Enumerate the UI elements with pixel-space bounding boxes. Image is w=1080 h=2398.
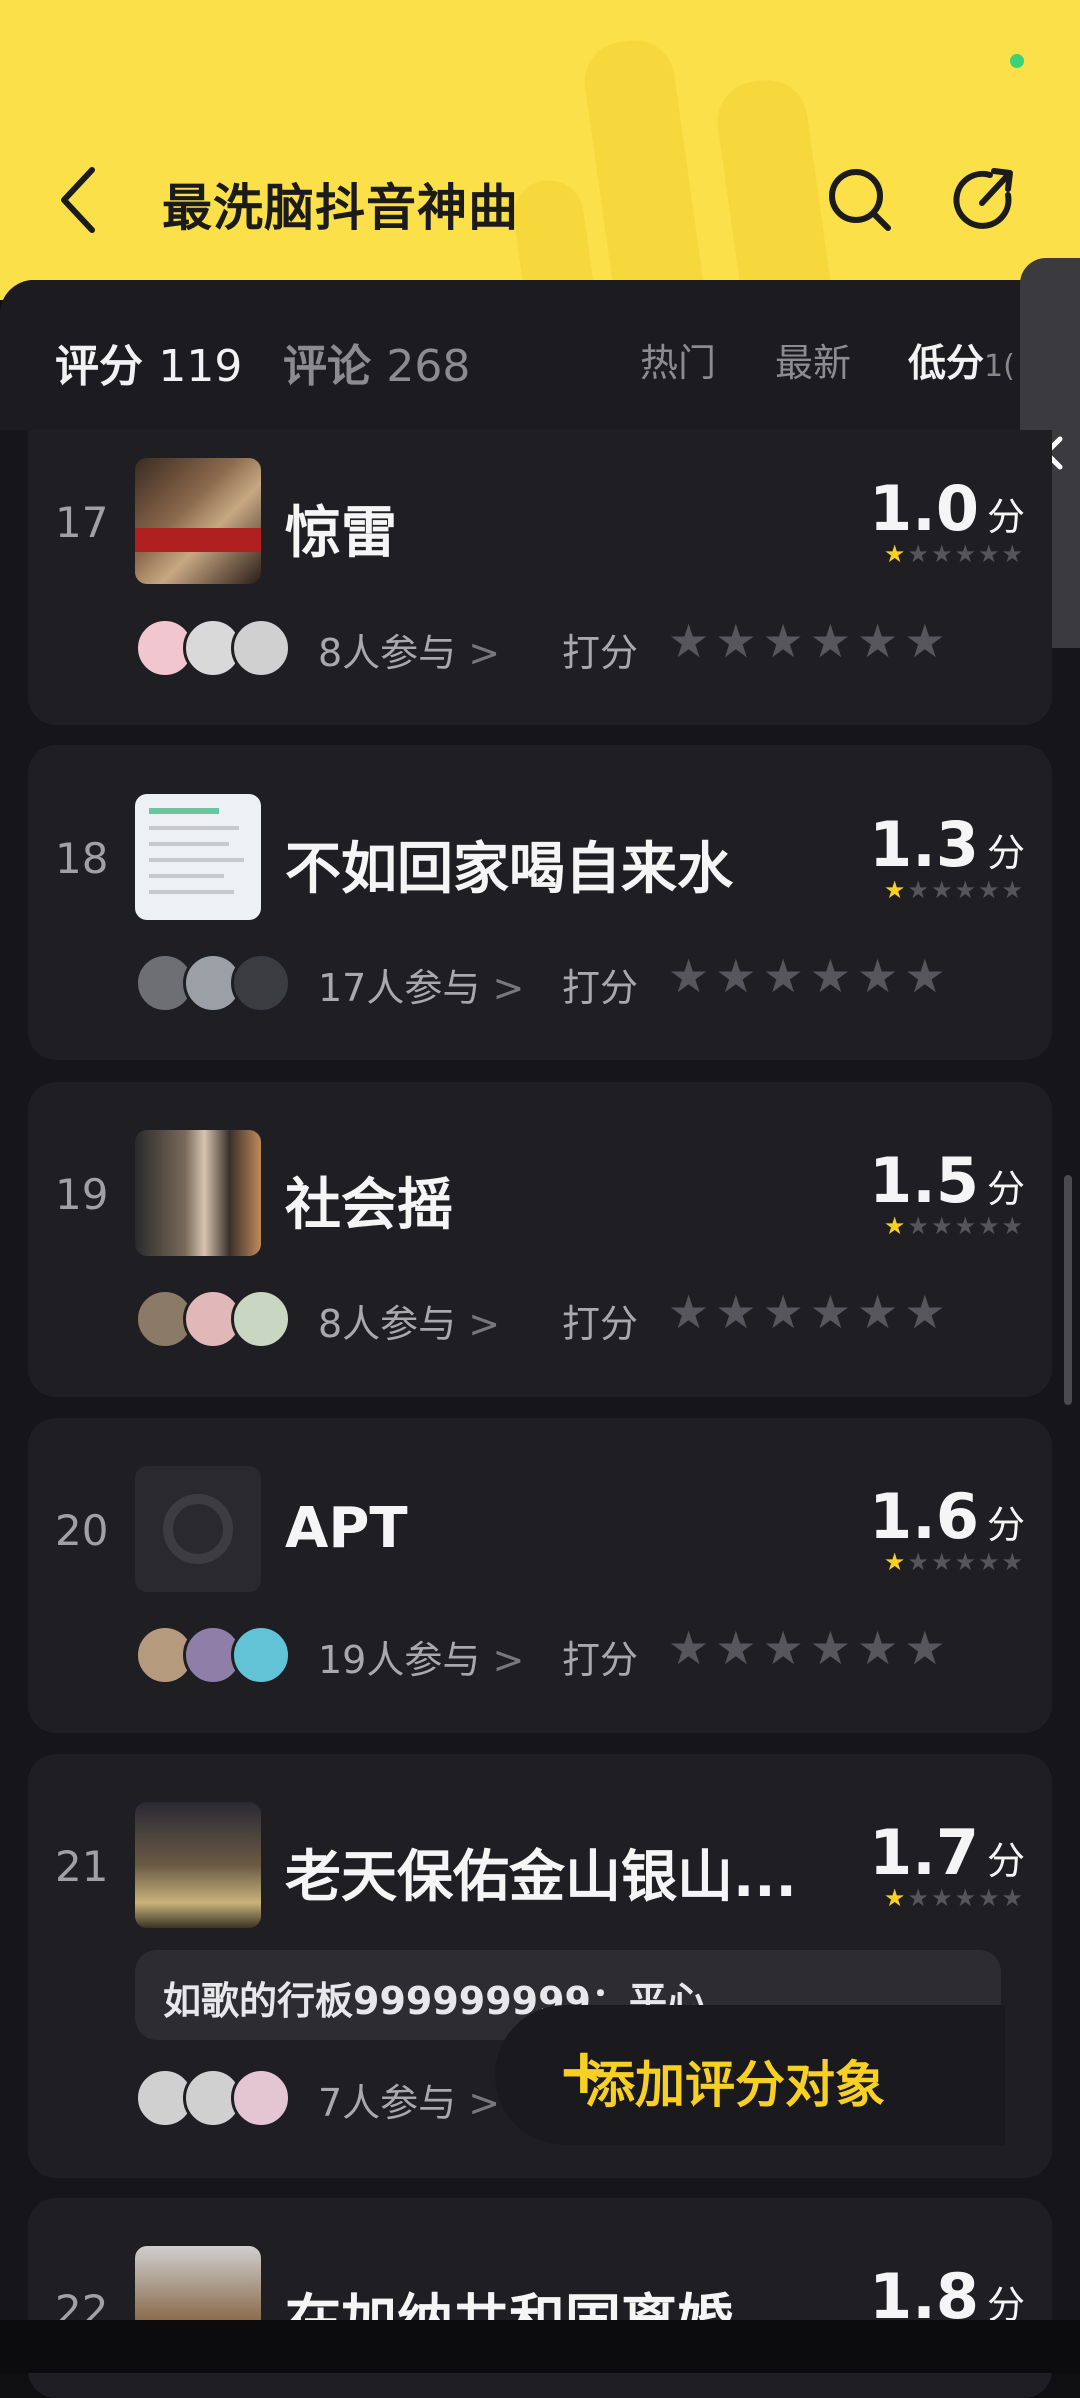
song-thumbnail[interactable]	[135, 458, 261, 584]
sort-latest[interactable]: 最新	[775, 332, 851, 387]
participants-count[interactable]: 8人参与 >	[318, 1293, 500, 1348]
tab-score-label: 评分	[55, 341, 143, 392]
participants-text: 7人参与	[318, 2081, 457, 2125]
rate-label: 打分	[562, 966, 639, 1010]
rate-label: 打分	[562, 1638, 639, 1682]
participants-text: 17人参与	[318, 966, 481, 1010]
scrollbar[interactable]	[1064, 1175, 1072, 1405]
score-value: 1.3 分	[869, 808, 1025, 881]
page-title: 最洗脑抖音神曲	[162, 179, 519, 237]
sort-hot[interactable]: 热门	[640, 332, 716, 387]
score-value: 1.5 分	[869, 1144, 1025, 1217]
share-icon[interactable]	[950, 165, 1020, 235]
tab-score[interactable]: 评分 119	[55, 330, 242, 394]
score-number: 1.7	[869, 1816, 979, 1889]
score-value: 1.6 分	[869, 1480, 1025, 1553]
participant-avatars[interactable]	[135, 953, 305, 1013]
participants-count[interactable]: 17人参与 >	[318, 957, 524, 1012]
score-unit: 分	[986, 1839, 1025, 1883]
tab-comments-count: 268	[386, 341, 471, 392]
score-value: 1.0 分	[869, 472, 1025, 545]
song-name[interactable]: 不如回家喝自来水	[285, 824, 733, 905]
participants-text: 8人参与	[318, 1302, 457, 1346]
rank-number: 19	[55, 1170, 109, 1219]
song-name[interactable]: 惊雷	[285, 488, 397, 569]
sort-low[interactable]: 低分1(	[908, 332, 1015, 387]
sort-low-suffix: 1(	[984, 349, 1015, 384]
participant-avatars[interactable]	[135, 618, 305, 678]
score-number: 1.6	[869, 1480, 979, 1553]
rank-number: 17	[55, 498, 109, 547]
rate-stars-input[interactable]: ★★★★★★	[668, 1621, 951, 1675]
score-unit: 分	[986, 495, 1025, 539]
rank-number: 18	[55, 834, 109, 883]
song-thumbnail[interactable]	[135, 794, 261, 920]
tab-comments-label: 评论	[283, 341, 371, 392]
score-value: 1.7 分	[869, 1816, 1025, 1889]
score-number: 1.3	[869, 808, 979, 881]
participant-avatars[interactable]	[135, 1289, 305, 1349]
header-decoration	[579, 35, 711, 300]
score-number: 1.0	[869, 472, 979, 545]
song-thumbnail[interactable]	[135, 1802, 261, 1928]
mini-star-rating: ★★★★★★	[883, 540, 1025, 568]
rate-stars-input[interactable]: ★★★★★★	[668, 614, 951, 668]
song-name[interactable]: 老天保佑金山银山...	[285, 1832, 797, 1913]
participants-count[interactable]: 8人参与 >	[318, 622, 500, 677]
song-thumbnail[interactable]	[135, 1130, 261, 1256]
rate-stars-input[interactable]: ★★★★★★	[668, 1285, 951, 1339]
rank-number: 20	[55, 1506, 109, 1555]
mini-star-rating: ★★★★★★	[883, 876, 1025, 904]
mini-star-rating: ★★★★★★	[883, 1548, 1025, 1576]
participants-count[interactable]: 19人参与 >	[318, 1629, 524, 1684]
participant-avatars[interactable]	[135, 1625, 305, 1685]
mini-star-rating: ★★★★★★	[883, 1884, 1025, 1912]
score-unit: 分	[986, 1167, 1025, 1211]
rank-number: 21	[55, 1842, 109, 1891]
rate-stars-input[interactable]: ★★★★★★	[668, 949, 951, 1003]
song-name[interactable]: APT	[285, 1496, 408, 1561]
participants-text: 8人参与	[318, 631, 457, 675]
song-thumbnail[interactable]	[135, 1466, 261, 1592]
tab-score-count: 119	[158, 341, 243, 392]
header-decoration	[712, 75, 838, 300]
score-unit: 分	[986, 831, 1025, 875]
score-number: 1.5	[869, 1144, 979, 1217]
search-icon[interactable]	[825, 165, 895, 235]
participants-text: 19人参与	[318, 1638, 481, 1682]
song-name[interactable]: 社会摇	[285, 1160, 453, 1241]
score-unit: 分	[986, 1503, 1025, 1547]
add-rating-object-label: 添加评分对象	[585, 2056, 885, 2114]
rate-label: 打分	[562, 631, 639, 675]
header: 最洗脑抖音神曲	[0, 0, 1080, 300]
participants-count[interactable]: 7人参与 >	[318, 2072, 500, 2127]
sort-low-label: 低分	[908, 341, 985, 385]
rate-label: 打分	[562, 1302, 639, 1346]
status-indicator-dot	[1010, 54, 1024, 68]
tab-comments[interactable]: 评论 268	[283, 330, 470, 394]
mini-star-rating: ★★★★★★	[883, 1212, 1025, 1240]
participant-avatars[interactable]	[135, 2068, 305, 2128]
back-icon[interactable]	[50, 160, 110, 240]
bottom-bar	[0, 2320, 1080, 2373]
